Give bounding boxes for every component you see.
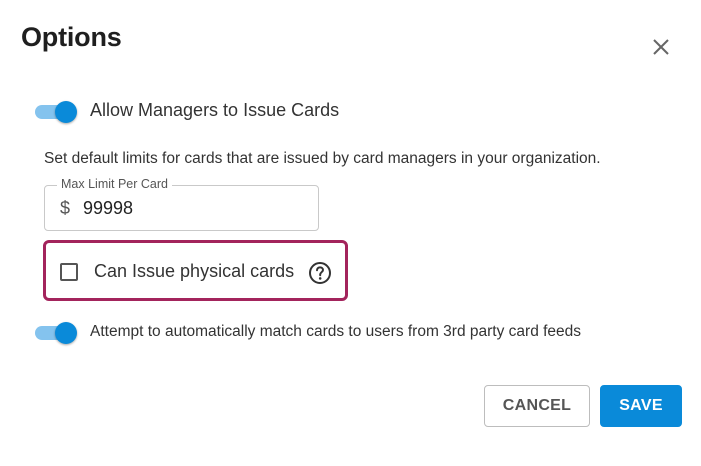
allow-managers-label: Allow Managers to Issue Cards [90,100,340,120]
physical-cards-label: Can Issue physical cards [94,261,295,281]
max-limit-label: Max Limit Per Card [57,177,172,191]
cancel-button[interactable]: CANCEL [484,385,590,427]
auto-match-label: Attempt to automatically match cards to … [90,323,582,340]
save-button[interactable]: SAVE [600,385,682,427]
max-limit-field[interactable]: Max Limit Per Card $ [44,177,319,231]
max-limit-input[interactable] [83,198,283,219]
auto-match-toggle[interactable] [35,322,77,344]
close-button[interactable] [648,34,674,60]
toggle-knob [55,101,77,123]
allow-managers-toggle[interactable] [35,101,77,123]
limits-description: Set default limits for cards that are is… [44,150,601,167]
close-icon [653,39,669,55]
toggle-knob [55,322,77,344]
dialog-title: Options [21,22,122,52]
physical-cards-checkbox[interactable] [60,263,78,281]
options-dialog: Options Allow Managers to Issue Cards Se… [0,0,701,466]
currency-symbol: $ [60,198,71,218]
question-circle-icon[interactable] [308,261,332,285]
